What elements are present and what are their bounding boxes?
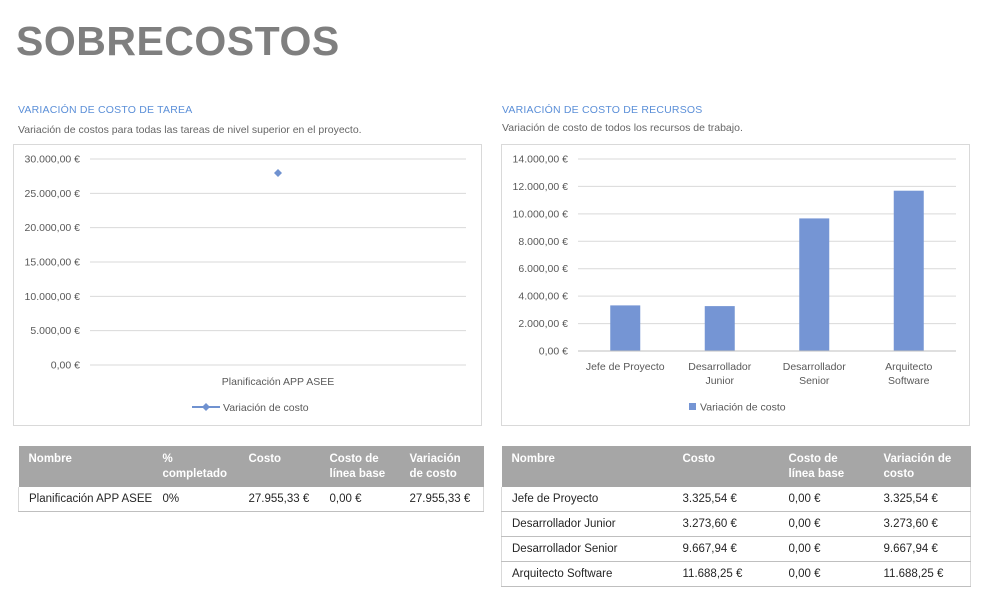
- y-tick-label: 2.000,00 €: [518, 318, 568, 330]
- x-tick-label: Desarrollador Junior: [688, 361, 752, 387]
- resource-col-costo-linea-base: Costo de línea base: [778, 446, 874, 487]
- y-tick-label: 0,00 €: [51, 360, 80, 372]
- resource-cost-cell: 11.688,25 €: [672, 561, 779, 587]
- bar: [893, 190, 924, 351]
- table-row: Planificación APP ASEE 0% 27.955,33 € 0,…: [18, 487, 484, 512]
- task-variance-cell: 27.955,33 €: [399, 487, 484, 512]
- resource-cost-variance-svg: 0,00 € 2.000,00 € 4.000,00 € 6.000,00 € 8.00…: [513, 154, 956, 414]
- x-tick-label: Desarrollador Senior: [783, 361, 847, 387]
- resource-cost-cell: 3.325,54 €: [672, 487, 779, 512]
- bar: [610, 305, 641, 351]
- table-row: Desarrollador Senior 9.667,94 € 0,00 € 9…: [501, 536, 971, 562]
- y-tick-label: 30.000,00 €: [25, 154, 81, 166]
- y-tick-label: 25.000,00 €: [25, 188, 81, 200]
- y-tick-label: 10.000,00 €: [25, 291, 81, 303]
- table-row: Desarrollador Junior 3.273,60 € 0,00 € 3…: [501, 511, 971, 537]
- task-col-costo: Costo: [238, 446, 320, 487]
- resource-variance-cell: 9.667,94 €: [873, 536, 971, 562]
- task-name-cell: Planificación APP ASEE: [18, 487, 153, 512]
- task-cost-variance-svg: 0,00 € 5.000,00 € 10.000,00 € 15.000,00 € 20…: [25, 154, 466, 414]
- data-point: [274, 169, 282, 178]
- task-cost-table: Nombre % completado Costo Costo de línea…: [18, 446, 484, 512]
- resource-baseline-cell: 0,00 €: [778, 511, 874, 537]
- resource-baseline-cell: 0,00 €: [778, 487, 874, 512]
- bar: [704, 306, 735, 351]
- resource-name-cell: Jefe de Proyecto: [501, 487, 673, 512]
- x-tick-label: Jefe de Proyecto: [586, 361, 665, 373]
- task-cost-variance-chart: 0,00 € 5.000,00 € 10.000,00 € 15.000,00 € 20…: [13, 144, 482, 426]
- y-tick-label: 4.000,00 €: [518, 291, 568, 303]
- resource-chart-section-title: VARIACIÓN DE COSTO DE RECURSOS: [502, 104, 703, 116]
- resource-variance-cell: 3.325,54 €: [873, 487, 971, 512]
- legend-marker: [202, 403, 210, 411]
- legend-label: Variación de costo: [700, 402, 786, 414]
- task-table-header-row: Nombre % completado Costo Costo de línea…: [18, 446, 484, 487]
- task-col-completado: % completado: [152, 446, 239, 487]
- resource-baseline-cell: 0,00 €: [778, 561, 874, 587]
- page-title: SOBRECOSTOS: [16, 18, 340, 64]
- resource-cost-cell: 9.667,94 €: [672, 536, 779, 562]
- task-col-costo-linea-base: Costo de línea base: [319, 446, 400, 487]
- y-tick-label: 14.000,00 €: [513, 154, 569, 166]
- x-tick-label: Arquitecto Software: [885, 361, 932, 387]
- resource-col-nombre: Nombre: [501, 446, 673, 487]
- resource-variance-cell: 3.273,60 €: [873, 511, 971, 537]
- bar: [799, 218, 830, 351]
- resource-table-header-row: Nombre Costo Costo de línea base Variaci…: [501, 446, 971, 487]
- y-tick-label: 5.000,00 €: [30, 325, 80, 337]
- task-col-variacion: Variación de costo: [399, 446, 484, 487]
- y-tick-label: 15.000,00 €: [25, 257, 81, 269]
- resource-cost-table: Nombre Costo Costo de línea base Variaci…: [501, 446, 971, 587]
- y-tick-label: 6.000,00 €: [518, 263, 568, 275]
- table-row: Arquitecto Software 11.688,25 € 0,00 € 1…: [501, 561, 971, 587]
- task-chart-section-title: VARIACIÓN DE COSTO DE TAREA: [18, 104, 193, 116]
- y-tick-label: 20.000,00 €: [25, 222, 81, 234]
- legend-swatch: [689, 403, 696, 410]
- x-tick-label: Planificación APP ASEE: [222, 376, 334, 388]
- task-baseline-cell: 0,00 €: [319, 487, 400, 512]
- resource-name-cell: Desarrollador Junior: [501, 511, 673, 537]
- y-tick-label: 12.000,00 €: [513, 181, 569, 193]
- y-tick-label: 10.000,00 €: [513, 208, 569, 220]
- resource-col-costo: Costo: [672, 446, 779, 487]
- resource-variance-cell: 11.688,25 €: [873, 561, 971, 587]
- task-col-nombre: Nombre: [18, 446, 153, 487]
- resource-cost-cell: 3.273,60 €: [672, 511, 779, 537]
- resource-chart-section-subtitle: Variación de costo de todos los recursos…: [502, 122, 743, 134]
- task-chart-section-subtitle: Variación de costos para todas las tarea…: [18, 124, 362, 136]
- resource-name-cell: Desarrollador Senior: [501, 536, 673, 562]
- table-row: Jefe de Proyecto 3.325,54 € 0,00 € 3.325…: [501, 487, 971, 512]
- resource-baseline-cell: 0,00 €: [778, 536, 874, 562]
- resource-col-variacion: Variación de costo: [873, 446, 971, 487]
- task-completed-cell: 0%: [152, 487, 239, 512]
- resource-name-cell: Arquitecto Software: [501, 561, 673, 587]
- resource-cost-variance-chart: 0,00 € 2.000,00 € 4.000,00 € 6.000,00 € 8.00…: [501, 144, 970, 426]
- y-tick-label: 8.000,00 €: [518, 236, 568, 248]
- legend-label: Variación de costo: [223, 402, 309, 414]
- y-tick-label: 0,00 €: [539, 346, 568, 358]
- task-cost-cell: 27.955,33 €: [238, 487, 320, 512]
